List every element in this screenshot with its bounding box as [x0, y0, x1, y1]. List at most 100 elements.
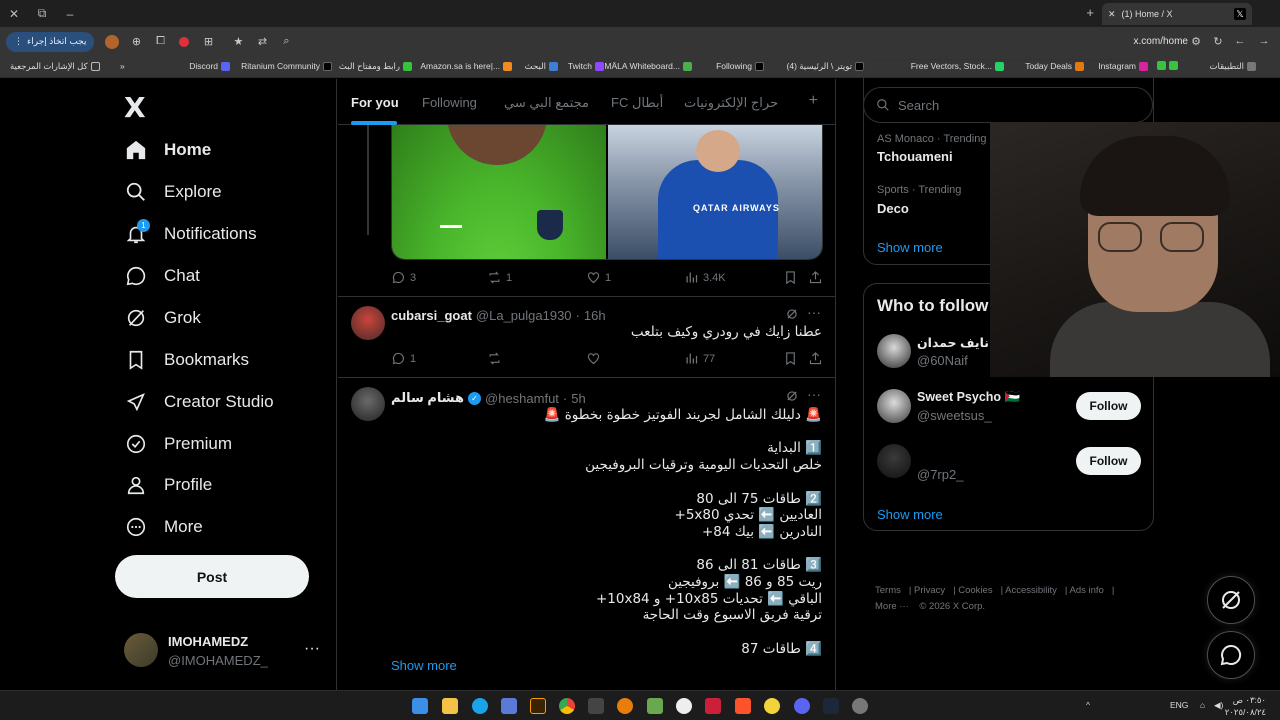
author-name[interactable]: هشام سالم — [391, 390, 464, 406]
tweet-media[interactable]: QATAR AIRWAYS — [391, 125, 823, 260]
bookmark-mala[interactable]: MÄLA Whiteboard... — [604, 61, 692, 71]
blender-icon[interactable] — [617, 698, 633, 714]
add-tab-icon[interactable]: + — [809, 92, 818, 110]
author-handle[interactable]: @La_pulga1930 — [476, 308, 572, 323]
tab-pc-community[interactable]: مجتمع البي سي — [504, 95, 589, 111]
more-dots-icon[interactable]: ··· — [807, 386, 821, 402]
bookmark-star-icon[interactable]: ★ — [226, 30, 250, 54]
share-button[interactable] — [808, 270, 823, 285]
share-button[interactable] — [808, 351, 823, 366]
avatar[interactable] — [351, 306, 385, 340]
repost-button[interactable] — [487, 351, 502, 366]
tab-following[interactable]: Following — [422, 95, 477, 110]
app-a-icon[interactable] — [705, 698, 721, 714]
follow-button[interactable]: Follow — [1076, 447, 1141, 475]
bookmark-button[interactable] — [783, 270, 798, 285]
settings-icon[interactable] — [852, 698, 868, 714]
bookmark-following[interactable]: Following — [716, 61, 764, 71]
network-icon[interactable]: ⌂ — [1200, 700, 1205, 710]
more-dots-icon[interactable]: ··· — [807, 304, 821, 320]
trend-item[interactable]: Tchouameni — [877, 149, 953, 164]
bookmark-twitter-home[interactable]: تويتر \ الرئيسية (4) — [786, 61, 864, 72]
forward-icon[interactable]: ← — [1228, 29, 1252, 53]
nav-grok[interactable]: Grok — [124, 300, 201, 336]
views-button[interactable]: 3.4K — [684, 270, 726, 285]
tray-overflow-icon[interactable]: ^ — [1086, 700, 1090, 710]
follow-button[interactable]: Follow — [1076, 392, 1141, 420]
bookmark-amazon[interactable]: Amazon.sa is here|... — [420, 61, 512, 71]
footer-link-accessibility[interactable]: Accessibility — [1005, 585, 1057, 596]
media-player-icon[interactable] — [764, 698, 780, 714]
footer-link-more[interactable]: More ··· — [875, 601, 909, 612]
avatar[interactable] — [877, 334, 911, 368]
avatar[interactable] — [877, 389, 911, 423]
footer-link-privacy[interactable]: Privacy — [914, 585, 945, 596]
show-more-link[interactable]: Show more — [391, 658, 457, 673]
account-switcher[interactable]: IMOHAMEDZ @IMOHAMEDZ_ ··· — [124, 627, 324, 675]
record-icon[interactable] — [172, 30, 196, 54]
tab-fc-heroes[interactable]: FC أبطال — [611, 95, 663, 111]
footer-link-terms[interactable]: Terms — [875, 585, 901, 596]
tweet-time[interactable]: 16h — [584, 308, 606, 323]
nav-more[interactable]: More — [124, 509, 203, 545]
nav-creator-studio[interactable]: Creator Studio — [124, 384, 274, 420]
bookmark-green-k[interactable] — [1157, 61, 1178, 70]
grok-icon[interactable] — [785, 389, 799, 403]
bookmarks-overflow-icon[interactable]: » — [120, 61, 125, 71]
nav-bookmarks[interactable]: Bookmarks — [124, 342, 249, 378]
system-clock[interactable]: ٠٣:٥٠ ص ٢٠٢٥/٠٨/٢٤ — [1225, 694, 1266, 718]
tweet-time[interactable]: 5h — [571, 391, 585, 406]
new-tab-icon[interactable]: + — [1086, 5, 1094, 20]
start-icon[interactable] — [412, 698, 428, 714]
like-button[interactable] — [586, 351, 601, 366]
minimize-window-icon[interactable]: – — [56, 0, 84, 27]
illustrator-icon[interactable] — [530, 698, 546, 714]
like-button[interactable]: 1 — [586, 270, 611, 285]
store-icon[interactable] — [501, 698, 517, 714]
translate-icon[interactable]: ⊞ — [196, 30, 220, 54]
trends-show-more[interactable]: Show more — [877, 240, 943, 255]
tab-close-icon[interactable]: ✕ — [1108, 9, 1116, 20]
views-button[interactable]: 77 — [684, 351, 715, 366]
restore-window-icon[interactable]: ⧉ — [28, 0, 56, 27]
volume-icon[interactable]: ◀) — [1214, 700, 1223, 711]
chrome-icon[interactable] — [559, 698, 575, 714]
bookmark-stream-key[interactable]: رابط ومفتاح البث — [339, 61, 412, 72]
zoom-icon[interactable]: ⌕ — [274, 30, 298, 54]
nav-profile[interactable]: Profile — [124, 467, 212, 503]
file-explorer-icon[interactable] — [442, 698, 458, 714]
nav-chat[interactable]: Chat — [124, 258, 200, 294]
tab-for-you[interactable]: For you — [351, 95, 399, 110]
nav-explore[interactable]: Explore — [124, 174, 222, 210]
nav-home[interactable]: Home — [124, 132, 211, 168]
grok-icon[interactable] — [785, 307, 799, 321]
profile-avatar-icon[interactable] — [100, 30, 124, 54]
bookmark-discord[interactable]: Discord — [189, 61, 230, 71]
footer-link-ads-info[interactable]: Ads info — [1070, 585, 1104, 596]
avatar[interactable] — [877, 444, 911, 478]
close-window-icon[interactable]: ✕ — [0, 0, 28, 27]
action-required-button[interactable]: ⋮ يجب اتخاذ إجراء — [6, 31, 95, 52]
suggestion-name[interactable]: Sweet Psycho 🇵🇸 — [917, 390, 1020, 405]
bookmark-twitch[interactable]: Twitch — [568, 61, 604, 71]
all-bookmarks[interactable]: كل الإشارات المرجعية — [10, 61, 100, 72]
share-icon[interactable]: ⇄ — [250, 30, 274, 54]
bookmark-search[interactable]: البحث — [525, 61, 558, 72]
grok-fab[interactable] — [1207, 576, 1255, 624]
edge-icon[interactable] — [472, 698, 488, 714]
app-circle-icon[interactable] — [676, 698, 692, 714]
author-handle[interactable]: @heshamfut — [485, 391, 559, 406]
author-name[interactable]: cubarsi_goat — [391, 308, 472, 323]
tab-electronics-auction[interactable]: حراج الإلكترونيات — [684, 95, 778, 111]
trend-item[interactable]: Deco — [877, 201, 909, 216]
follow-show-more[interactable]: Show more — [877, 507, 943, 522]
nav-premium[interactable]: Premium — [124, 426, 232, 462]
extension-icon[interactable]: ⊕ — [124, 30, 148, 54]
bookmark-ritanium[interactable]: Ritanium Community — [241, 61, 332, 71]
repost-button[interactable]: 1 — [487, 270, 512, 285]
footer-link-cookies[interactable]: Cookies — [958, 585, 992, 596]
browser-tab[interactable]: ✕ (1) Home / X 𝕏 — [1102, 3, 1252, 25]
tweet-image-goalkeeper[interactable] — [392, 125, 606, 259]
minecraft-icon[interactable] — [647, 698, 663, 714]
language-indicator[interactable]: ENG — [1170, 700, 1188, 710]
